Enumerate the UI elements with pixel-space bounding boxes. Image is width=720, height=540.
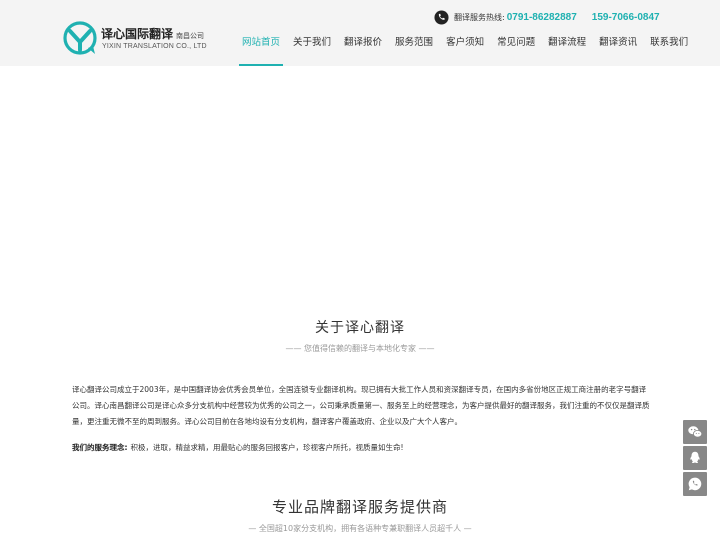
brand-section-title: 专业品牌翻译服务提供商 [271, 498, 448, 516]
wechat-icon [688, 426, 703, 438]
brand-name-en: YIXIN TRANSLATION CO., LTD [102, 43, 207, 50]
nav-item-contact[interactable]: 联系我们 [647, 30, 691, 66]
qq-button[interactable] [683, 446, 707, 470]
hotline-phone-1[interactable]: 0791-86282887 [507, 12, 577, 23]
brand-name[interactable]: 译心国际翻译 南昌公司 [101, 25, 204, 42]
whatsapp-icon [688, 477, 702, 491]
side-toolbar [683, 420, 707, 498]
nav-item-customer-notice[interactable]: 客户须知 [443, 30, 487, 66]
about-subtitle: —— 您值得信赖的翻译与本地化专家 —— [285, 344, 435, 353]
phone-icon [434, 9, 449, 25]
service-concept: 我们的服务理念: 积极，进取，精益求精，用最贴心的服务回报客户，珍视客户所托，视质… [72, 441, 652, 455]
nav-item-home[interactable]: 网站首页 [239, 30, 284, 66]
nav-item-about[interactable]: 关于我们 [290, 30, 334, 66]
nav-item-faq[interactable]: 常见问题 [494, 30, 538, 66]
service-concept-label: 我们的服务理念: [72, 443, 128, 452]
whatsapp-button[interactable] [683, 472, 707, 496]
yixin-logo-icon[interactable] [62, 20, 98, 56]
about-paragraph: 译心翻译公司成立于2003年，是中国翻译协会优秀会员单位，全国连锁专业翻译机构。… [72, 385, 650, 426]
nav-item-pricing[interactable]: 翻译报价 [341, 30, 385, 66]
brand-subsidiary: 南昌公司 [176, 32, 205, 40]
main-nav: 网站首页 关于我们 翻译报价 服务范围 客户须知 常见问题 翻译流程 翻译资讯 … [239, 30, 698, 66]
brand-section-subtitle: — 全国超10家分支机构，拥有各语种专兼职翻译人员超千人 — [248, 524, 472, 533]
hotline: 翻译服务热线: 0791-86282887 159-7066-0847 [434, 9, 660, 25]
about-title: 关于译心翻译 [315, 320, 405, 336]
hotline-label: 翻译服务热线: [454, 12, 505, 22]
about-body: 译心翻译公司成立于2003年，是中国翻译协会优秀会员单位，全国连锁专业翻译机构。… [72, 382, 652, 433]
hotline-phone-2[interactable]: 159-7066-0847 [592, 12, 660, 23]
nav-item-services[interactable]: 服务范围 [392, 30, 436, 66]
brand-name-cn: 译心国际翻译 [101, 27, 174, 41]
site-header: 译心国际翻译 南昌公司 YIXIN TRANSLATION CO., LTD 翻译… [0, 0, 720, 66]
qq-icon [690, 451, 700, 464]
nav-item-news[interactable]: 翻译资讯 [596, 30, 640, 66]
wechat-button[interactable] [683, 420, 707, 444]
service-concept-text: 积极，进取，精益求精，用最贴心的服务回报客户，珍视客户所托，视质量如生命! [130, 443, 404, 452]
nav-item-process[interactable]: 翻译流程 [545, 30, 589, 66]
